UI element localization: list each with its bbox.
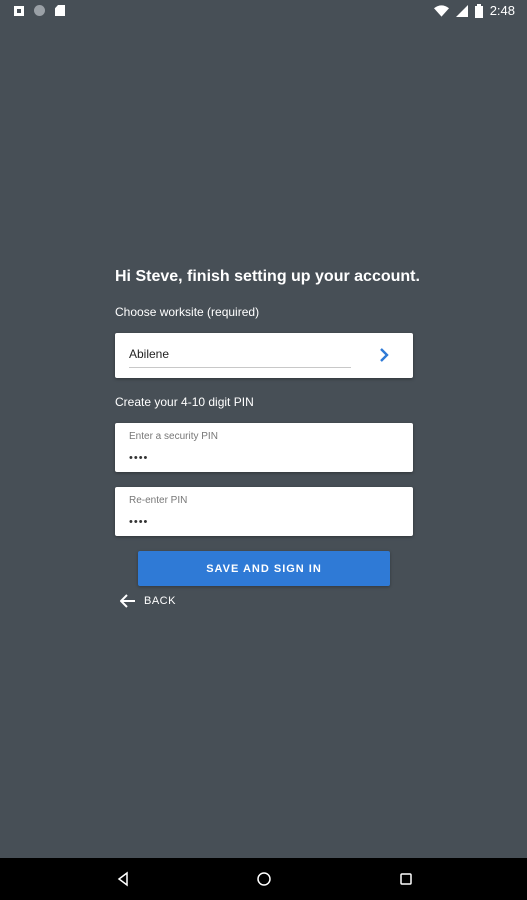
pin-label: Create your 4-10 digit PIN [115, 395, 254, 409]
security-pin-floating-label: Enter a security PIN [129, 431, 218, 442]
back-link[interactable]: BACK [120, 592, 176, 610]
worksite-selector[interactable]: Abilene [115, 333, 413, 378]
navigation-bar [0, 858, 527, 900]
back-label: BACK [144, 595, 176, 607]
arrow-left-icon [120, 594, 135, 608]
nav-back-icon[interactable] [114, 870, 132, 888]
security-pin-field[interactable]: Enter a security PIN [115, 423, 413, 472]
nav-recents-icon[interactable] [397, 870, 415, 888]
save-and-sign-in-button[interactable]: SAVE AND SIGN IN [138, 551, 390, 586]
worksite-value: Abilene [129, 347, 170, 361]
reenter-pin-floating-label: Re-enter PIN [129, 495, 188, 506]
reenter-pin-input[interactable] [129, 514, 389, 530]
worksite-label: Choose worksite (required) [115, 305, 260, 319]
chevron-right-icon[interactable] [377, 347, 391, 363]
battery-icon [474, 3, 483, 18]
security-pin-input[interactable] [129, 450, 389, 466]
signal-icon [455, 4, 468, 17]
worksite-underline [129, 367, 351, 368]
reenter-pin-field[interactable]: Re-enter PIN [115, 487, 413, 536]
greeting-heading: Hi Steve, finish setting up your account… [115, 268, 420, 285]
nav-home-icon[interactable] [255, 870, 273, 888]
sd-card-icon [55, 5, 65, 16]
wifi-icon [433, 4, 449, 17]
notification-icon [14, 5, 24, 16]
status-bar: 2:48 [0, 0, 527, 24]
status-time: 2:48 [489, 3, 515, 18]
circle-icon [34, 5, 45, 16]
